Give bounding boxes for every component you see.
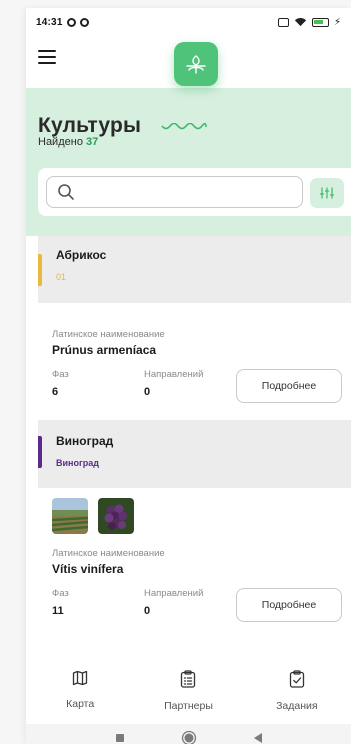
- phases-value: 6: [52, 386, 59, 398]
- phases-value: 11: [52, 605, 64, 617]
- search-icon: [58, 184, 74, 200]
- status-bar: 14:31 ⚡: [26, 8, 351, 36]
- filter-button[interactable]: [310, 178, 344, 208]
- app-logo: [174, 42, 218, 86]
- charging-icon: ⚡: [333, 16, 341, 28]
- found-label: Найдено: [38, 136, 83, 148]
- plant-logo-icon: [186, 55, 206, 74]
- home-button[interactable]: [181, 730, 197, 744]
- filter-sliders-icon: [320, 187, 334, 199]
- directions-stat: Направлений 0: [144, 588, 203, 617]
- bottom-navigation: Карта Партнеры Задания: [26, 656, 351, 724]
- latin-name-label: Латинское наименование: [52, 548, 165, 559]
- recent-apps-button[interactable]: [115, 733, 125, 743]
- culture-name: Виноград: [56, 434, 114, 448]
- culture-subtitle: Виноград: [56, 458, 99, 468]
- system-navigation-bar: [26, 724, 351, 744]
- directions-label: Направлений: [144, 369, 204, 380]
- wifi-icon: [294, 18, 307, 27]
- back-button[interactable]: [253, 732, 263, 744]
- culture-list: Абрикос 01 Латинское наименование Prúnus…: [38, 236, 351, 656]
- card-stats: Фаз 11 Направлений 0 Подробнее: [52, 588, 342, 622]
- nav-label: Задания: [276, 700, 318, 712]
- app-screen: 14:31 ⚡ Культуры Найдено 37 Абрикос 01 Л…: [26, 8, 351, 744]
- notification-icon: [66, 17, 76, 27]
- clipboard-list-icon: [181, 670, 196, 688]
- search-input[interactable]: [81, 185, 281, 199]
- status-time: 14:31: [36, 16, 63, 28]
- details-button[interactable]: Подробнее: [236, 369, 342, 403]
- menu-line: [38, 62, 56, 64]
- menu-button[interactable]: [38, 50, 56, 64]
- nav-label: Карта: [66, 698, 95, 710]
- card-header: Абрикос 01: [38, 236, 351, 303]
- latin-name-label: Латинское наименование: [52, 329, 165, 340]
- phases-stat: Фаз 6: [52, 369, 69, 398]
- menu-line: [38, 56, 56, 58]
- card-body: Латинское наименование Prúnus armeníaca …: [38, 303, 351, 420]
- search-field[interactable]: [46, 176, 303, 208]
- nav-item-map[interactable]: Карта: [26, 656, 134, 724]
- clipboard-check-icon: [289, 670, 304, 688]
- search-panel: [38, 168, 351, 216]
- menu-line: [38, 50, 56, 52]
- vineyard-photo[interactable]: [52, 498, 88, 534]
- card-stats: Фаз 6 Направлений 0 Подробнее: [52, 369, 342, 403]
- nav-label: Партнеры: [164, 700, 213, 712]
- directions-stat: Направлений 0: [144, 369, 203, 398]
- photo-gallery: [52, 488, 337, 534]
- page-title: Культуры: [38, 114, 142, 137]
- culture-card[interactable]: Виноград Виноград Латинское наименование…: [38, 420, 351, 656]
- card-accent: [38, 254, 42, 286]
- phases-label: Фаз: [52, 369, 69, 380]
- battery-icon: [311, 17, 329, 27]
- phases-stat: Фаз 11: [52, 588, 69, 617]
- nfc-icon: [277, 17, 289, 27]
- directions-value: 0: [144, 605, 151, 617]
- nav-item-tasks[interactable]: Задания: [243, 656, 351, 724]
- notification-icon: [79, 17, 89, 27]
- card-accent: [38, 436, 42, 468]
- phases-label: Фаз: [52, 588, 69, 599]
- found-count: 37: [86, 136, 99, 148]
- results-count: Найдено 37: [38, 136, 98, 148]
- header-section: Культуры Найдено 37: [26, 88, 351, 236]
- card-body: Латинское наименование Vítis vinífera Фа…: [38, 488, 351, 656]
- latin-name: Prúnus armeníaca: [52, 343, 157, 357]
- culture-card[interactable]: Абрикос 01 Латинское наименование Prúnus…: [38, 236, 351, 420]
- directions-value: 0: [144, 386, 151, 398]
- culture-code: 01: [56, 272, 67, 282]
- grapes-photo[interactable]: [98, 498, 134, 534]
- details-button[interactable]: Подробнее: [236, 588, 342, 622]
- nav-item-partners[interactable]: Партнеры: [134, 656, 242, 724]
- latin-name: Vítis vinífera: [52, 562, 124, 576]
- directions-label: Направлений: [144, 588, 204, 599]
- culture-name: Абрикос: [56, 248, 107, 262]
- card-header: Виноград Виноград: [38, 420, 351, 488]
- map-icon: [73, 670, 88, 686]
- wave-decoration: [161, 123, 208, 130]
